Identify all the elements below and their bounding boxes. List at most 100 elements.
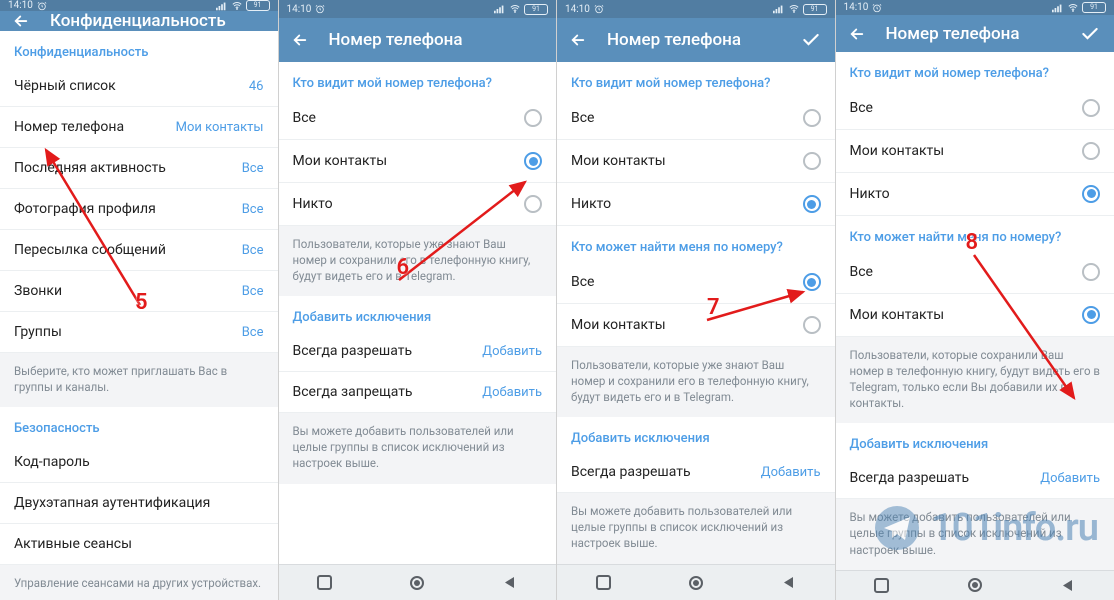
radio-find-everybody[interactable]: Все: [836, 251, 1114, 294]
row-twostep[interactable]: Двухэтапная аутентификация: [0, 483, 278, 524]
row-always-allow[interactable]: Всегда разрешать Добавить: [836, 458, 1114, 499]
row-always-allow[interactable]: Всегда разрешать Добавить: [557, 452, 835, 493]
section-whofinds: Кто может найти меня по номеру?: [836, 216, 1114, 251]
nav-back-icon[interactable]: [1059, 576, 1077, 594]
status-bar: 14:10 91: [836, 0, 1114, 15]
battery-icon: 91: [803, 4, 827, 15]
section-exceptions: Добавить исключения: [557, 417, 835, 452]
radio-icon: [1082, 263, 1100, 281]
radio-find-contacts[interactable]: Мои контакты: [836, 294, 1114, 337]
hint-exceptions: Вы можете добавить пользователей или цел…: [279, 413, 557, 483]
row-blacklist[interactable]: Чёрный список 46: [0, 66, 278, 107]
back-icon[interactable]: [12, 12, 32, 30]
hint-whosees: Пользователи, которые уже знают Ваш номе…: [279, 226, 557, 296]
confirm-icon[interactable]: [1078, 24, 1102, 44]
row-photo[interactable]: Фотография профиля Все: [0, 189, 278, 230]
panel-3-phone: 14:10 91 Номер телефона Кто видит мой но…: [557, 0, 836, 600]
nav-recent-icon[interactable]: [873, 576, 891, 594]
nav-home-icon[interactable]: [687, 574, 705, 592]
hint-groups: Выберите, кто может приглашать Вас в гру…: [0, 353, 278, 407]
page-title: Номер телефона: [886, 24, 1079, 44]
row-calls[interactable]: Звонки Все: [0, 271, 278, 312]
option-label: Мои контакты: [850, 307, 945, 323]
nav-back-icon[interactable]: [779, 574, 797, 592]
radio-everybody[interactable]: Все: [557, 97, 835, 140]
hint-whofinds: Пользователи, которые сохранили Ваш номе…: [836, 337, 1114, 423]
section-whosees: Кто видит мой номер телефона?: [836, 52, 1114, 87]
confirm-icon[interactable]: [799, 30, 823, 50]
radio-icon: [803, 152, 821, 170]
radio-icon: [803, 273, 821, 291]
header: Конфиденциальность: [0, 11, 278, 31]
radio-icon: [803, 316, 821, 334]
add-link[interactable]: Добавить: [761, 465, 821, 480]
status-time: 14:10: [565, 4, 590, 15]
android-navbar: [836, 570, 1114, 600]
android-navbar: [279, 564, 557, 600]
row-phone[interactable]: Номер телефона Мои контакты: [0, 107, 278, 148]
row-passcode[interactable]: Код-пароль: [0, 442, 278, 483]
option-label: Все: [571, 110, 594, 126]
nav-recent-icon[interactable]: [594, 574, 612, 592]
row-value: 46: [249, 79, 264, 94]
radio-everybody[interactable]: Все: [836, 87, 1114, 130]
radio-icon: [524, 152, 542, 170]
radio-nobody[interactable]: Никто: [836, 173, 1114, 216]
add-link[interactable]: Добавить: [482, 344, 542, 359]
section-whosees: Кто видит мой номер телефона?: [557, 62, 835, 97]
page-title: Номер телефона: [607, 30, 799, 50]
row-value: Все: [242, 161, 264, 176]
radio-nobody[interactable]: Никто: [557, 183, 835, 226]
hint-whofinds: Пользователи, которые уже знают Ваш номе…: [557, 347, 835, 417]
android-navbar: [557, 564, 835, 600]
radio-contacts[interactable]: Мои контакты: [557, 140, 835, 183]
page-title: Конфиденциальность: [50, 11, 266, 31]
option-label: Мои контакты: [850, 143, 945, 159]
hint-exceptions: Вы можете добавить пользователей или цел…: [836, 499, 1114, 569]
row-always-deny[interactable]: Всегда запрещать Добавить: [279, 372, 557, 413]
section-exceptions: Добавить исключения: [836, 423, 1114, 458]
option-label: Все: [850, 100, 873, 116]
section-whofinds: Кто может найти меня по номеру?: [557, 226, 835, 261]
row-forward[interactable]: Пересылка сообщений Все: [0, 230, 278, 271]
option-label: Все: [571, 274, 594, 290]
signal-icon: [216, 1, 228, 11]
row-label: Двухэтапная аутентификация: [14, 495, 210, 511]
row-value: Все: [242, 202, 264, 217]
row-lastseen[interactable]: Последняя активность Все: [0, 148, 278, 189]
radio-nobody[interactable]: Никто: [279, 183, 557, 226]
alarm-icon: [872, 3, 882, 13]
row-groups[interactable]: Группы Все: [0, 312, 278, 353]
radio-contacts[interactable]: Мои контакты: [836, 130, 1114, 173]
header: Номер телефона: [836, 15, 1114, 52]
radio-contacts[interactable]: Мои контакты: [279, 140, 557, 183]
section-exceptions: Добавить исключения: [279, 296, 557, 331]
radio-everybody[interactable]: Все: [279, 97, 557, 140]
add-link[interactable]: Добавить: [482, 385, 542, 400]
nav-home-icon[interactable]: [408, 574, 426, 592]
row-sessions[interactable]: Активные сеансы: [0, 524, 278, 565]
nav-recent-icon[interactable]: [316, 574, 334, 592]
radio-find-everybody[interactable]: Все: [557, 261, 835, 304]
add-link[interactable]: Добавить: [1040, 471, 1100, 486]
back-icon[interactable]: [291, 31, 311, 49]
row-label: Группы: [14, 324, 62, 340]
section-security: Безопасность: [0, 407, 278, 442]
row-value: Все: [242, 325, 264, 340]
row-always-allow[interactable]: Всегда разрешать Добавить: [279, 331, 557, 372]
back-icon[interactable]: [569, 31, 589, 49]
radio-icon: [1082, 306, 1100, 324]
option-label: Мои контакты: [571, 153, 666, 169]
status-bar: 14:10 91: [557, 0, 835, 18]
alarm-icon: [315, 4, 325, 14]
back-icon[interactable]: [848, 25, 868, 43]
nav-back-icon[interactable]: [501, 574, 519, 592]
row-label: Фотография профиля: [14, 201, 156, 217]
signal-icon: [773, 4, 785, 14]
wifi-icon: [231, 1, 243, 11]
panel-4-phone: 14:10 91 Номер телефона Кто видит мой но…: [836, 0, 1114, 600]
nav-home-icon[interactable]: [966, 576, 984, 594]
radio-find-contacts[interactable]: Мои контакты: [557, 304, 835, 347]
option-label: Никто: [571, 196, 611, 212]
battery-icon: 91: [1082, 2, 1106, 13]
